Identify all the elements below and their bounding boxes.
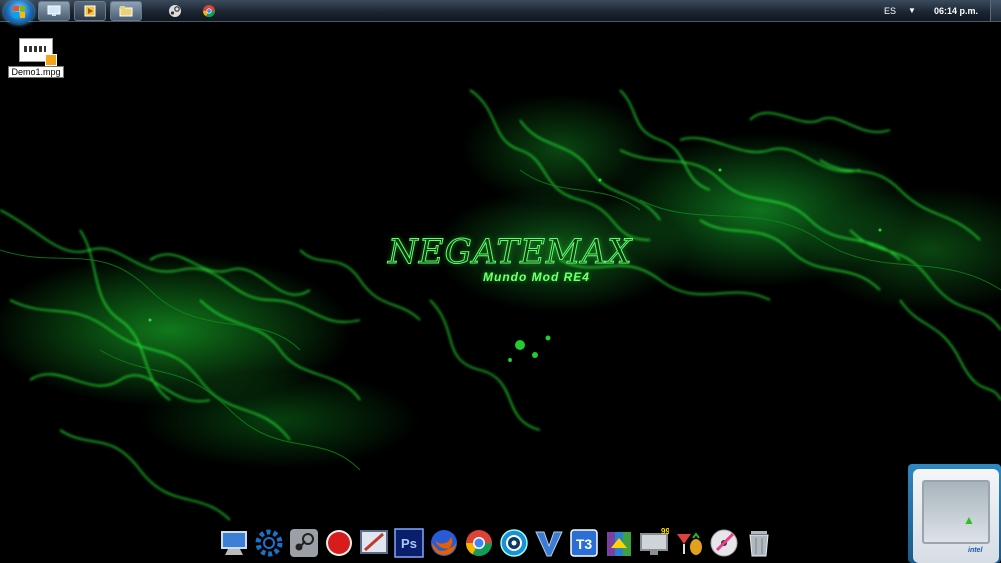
taskbar-button-folder[interactable] xyxy=(110,0,142,21)
media-center-icon xyxy=(500,529,528,557)
video-file-icon xyxy=(19,38,57,66)
photoshop-icon: Ps xyxy=(394,528,424,558)
dock-item-display[interactable]: 99 xyxy=(638,527,670,559)
monitor-icon xyxy=(47,5,61,16)
dock-item-t3[interactable]: T3 xyxy=(568,527,600,559)
start-button[interactable] xyxy=(4,0,34,24)
gear-icon xyxy=(255,529,283,557)
system-tray: ES ▼ 06:14 p.m. xyxy=(884,0,1001,21)
recycle-bin-icon xyxy=(749,531,769,557)
wallpaper-logo: NEGATEMAX Mundo Mod RE4 xyxy=(388,232,638,285)
dock-item-media-center[interactable] xyxy=(498,527,530,559)
dock-item-disc-burner[interactable] xyxy=(708,527,740,559)
taskbar: ES ▼ 06:14 p.m. xyxy=(0,0,1001,24)
gadget-brand: intel xyxy=(968,547,983,554)
language-indicator[interactable]: ES xyxy=(884,6,896,16)
dock-item-record[interactable] xyxy=(323,527,355,559)
dock-item-steam[interactable] xyxy=(288,527,320,559)
steam-icon xyxy=(290,529,318,557)
t3-icon: T3 xyxy=(570,529,598,557)
dock-item-chrome[interactable] xyxy=(463,527,495,559)
dock-item-settings[interactable] xyxy=(253,527,285,559)
show-desktop-button[interactable] xyxy=(990,0,1001,21)
desktop-icon-demo1[interactable]: Demo1.mpg xyxy=(6,38,66,80)
archive-icon xyxy=(607,532,631,556)
wallpaper-subtitle: Mundo Mod RE4 xyxy=(483,270,590,284)
dock-item-winrar[interactable] xyxy=(603,527,635,559)
disc-icon xyxy=(710,529,738,557)
gadget-arrow-icon: ▲ xyxy=(963,513,975,527)
chrome-icon xyxy=(203,4,215,17)
wallpaper-title: NEGATEMAX xyxy=(388,232,633,273)
clock[interactable]: 06:14 p.m. xyxy=(934,6,978,16)
screen-tool-icon xyxy=(360,530,388,554)
tray-expand-icon[interactable]: ▼ xyxy=(908,6,916,15)
desktop-icon-label: Demo1.mpg xyxy=(8,66,64,78)
vegas-icon xyxy=(535,531,563,557)
dock-item-drinks[interactable] xyxy=(673,527,705,559)
taskbar-steam[interactable] xyxy=(164,2,186,20)
svg-text:99: 99 xyxy=(661,528,669,536)
dock-item-photoshop[interactable]: Ps xyxy=(393,527,425,559)
taskbar-chrome[interactable] xyxy=(198,2,220,20)
firefox-icon xyxy=(431,530,457,556)
computer-icon xyxy=(221,531,247,555)
cocktail-icon xyxy=(677,532,702,555)
monitor-icon: 99 xyxy=(640,528,669,555)
taskbar-button-monitor[interactable] xyxy=(38,0,70,21)
dock: Ps T3 99 xyxy=(218,523,778,563)
chrome-icon xyxy=(465,530,493,557)
taskbar-button-media[interactable] xyxy=(74,0,106,21)
desktop[interactable]: ES ▼ 06:14 p.m. Demo1.mpg NEGATEMAX Mund… xyxy=(0,0,1001,563)
gadget-frame: ▲ intel xyxy=(913,469,999,563)
record-icon xyxy=(326,530,352,556)
folder-icon xyxy=(119,5,133,16)
desktop-gadget[interactable]: ▲ intel xyxy=(908,464,1001,563)
dock-item-computer[interactable] xyxy=(218,527,250,559)
steam-icon xyxy=(169,4,181,17)
svg-text:Ps: Ps xyxy=(401,536,417,551)
cpu-meter-icon xyxy=(922,480,990,544)
dock-item-firefox[interactable] xyxy=(428,527,460,559)
dock-item-screen-tool[interactable] xyxy=(358,527,390,559)
dock-item-recycle-bin[interactable] xyxy=(743,527,775,559)
svg-text:T3: T3 xyxy=(576,536,593,552)
media-icon xyxy=(84,5,96,16)
dock-item-vegas[interactable] xyxy=(533,527,565,559)
windows-orb-icon xyxy=(13,5,25,18)
